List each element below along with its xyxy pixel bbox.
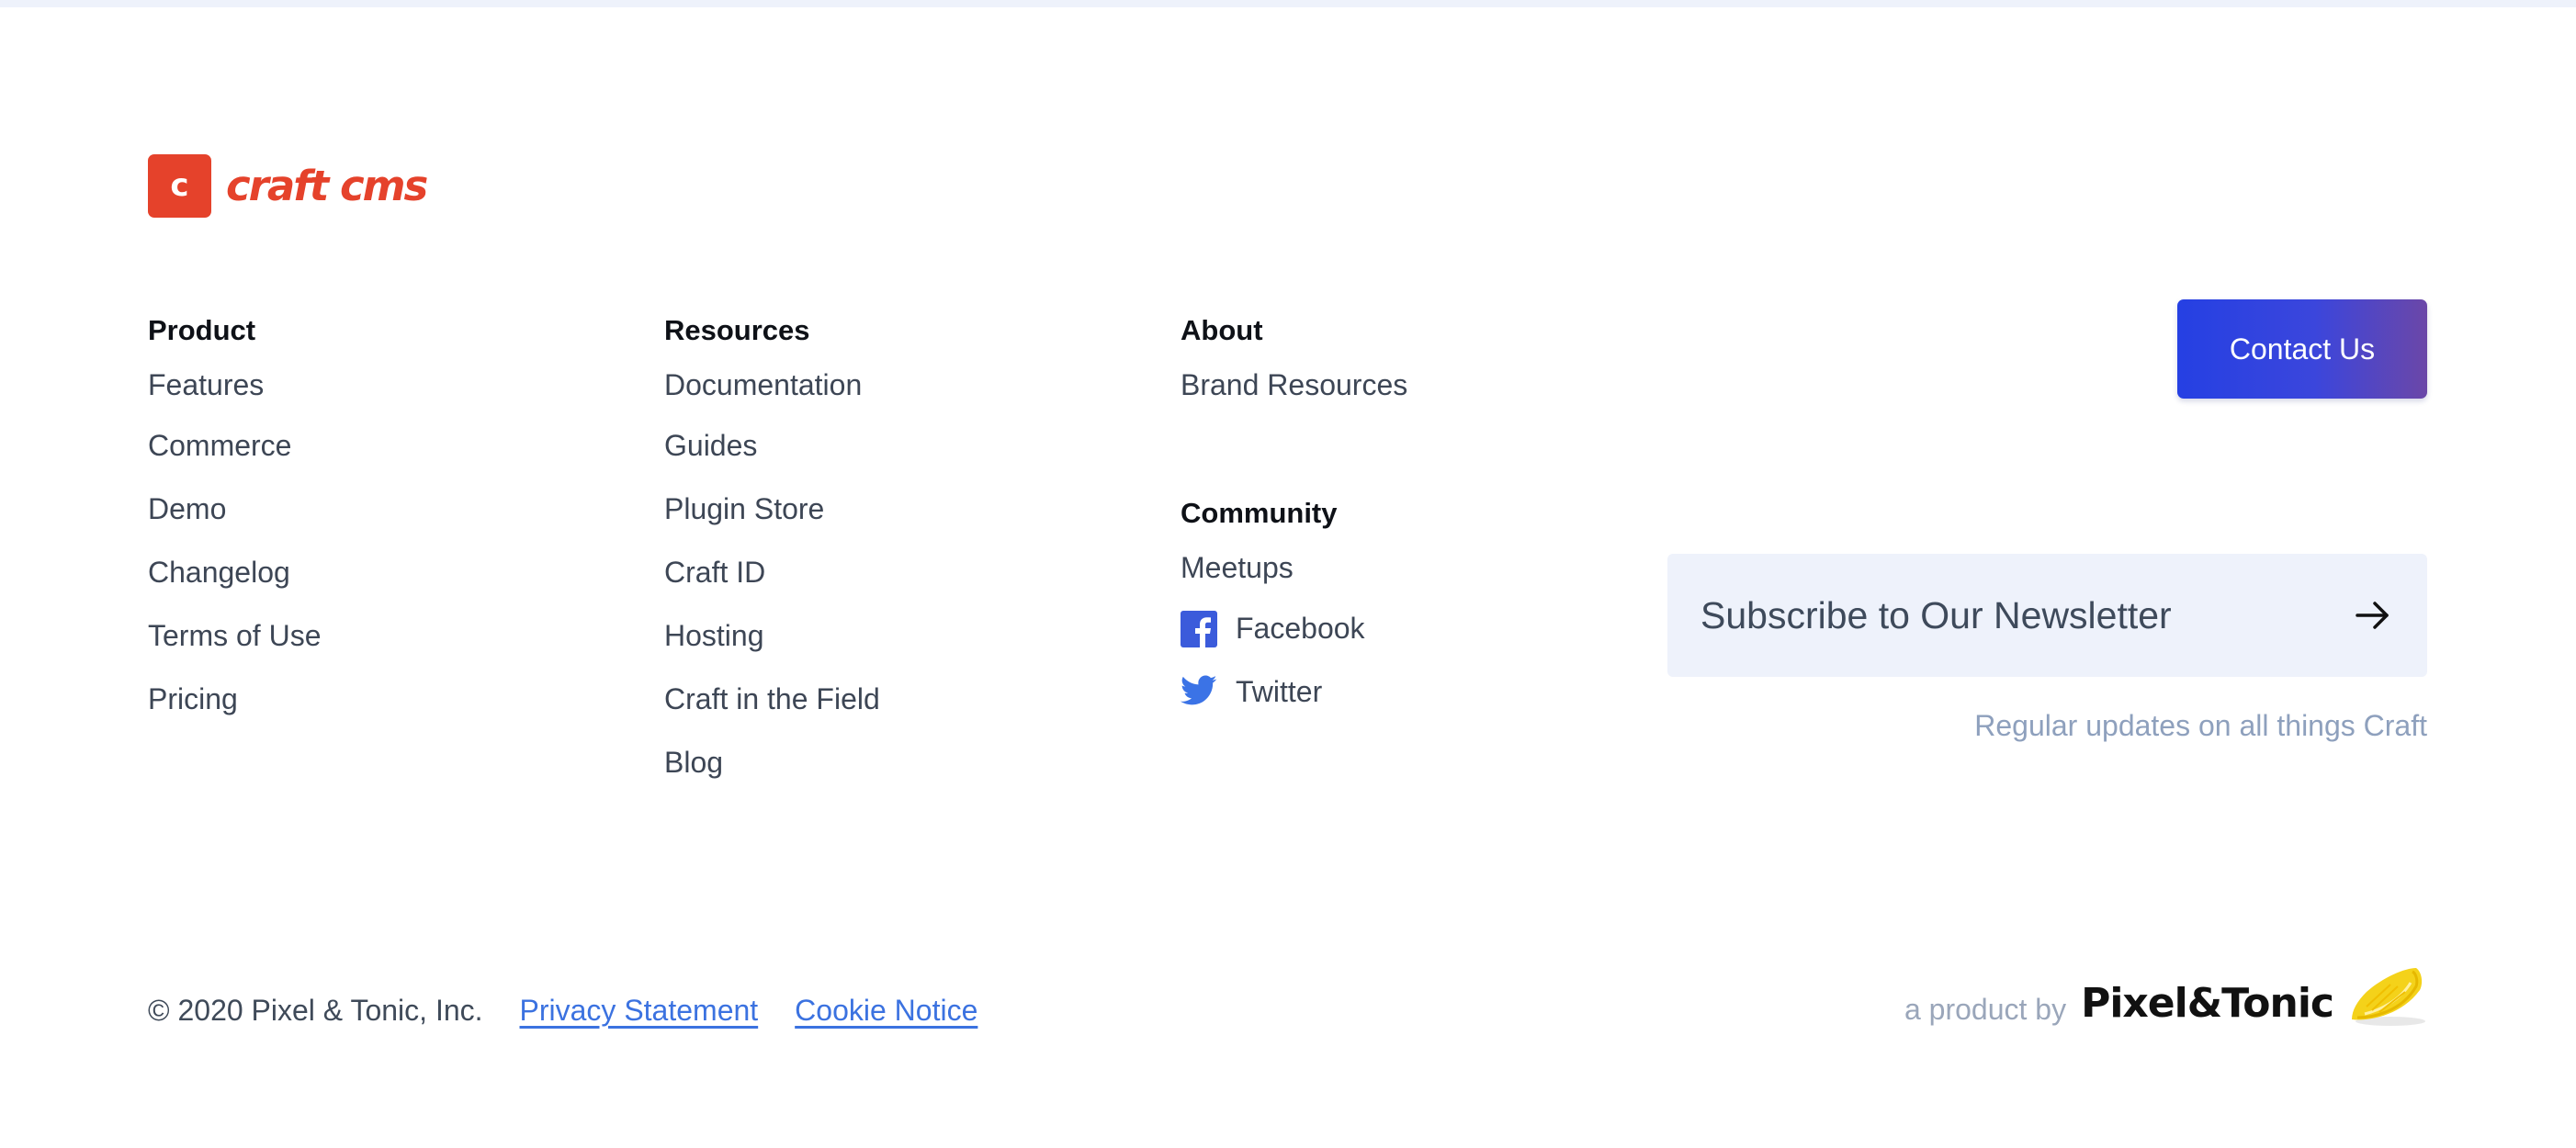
- logo-wordmark: craft cms: [226, 162, 428, 210]
- lemon-icon: [2346, 964, 2427, 1030]
- product-heading: Product: [148, 314, 256, 346]
- facebook-link[interactable]: Facebook: [1181, 610, 1365, 647]
- footer-link-changelog[interactable]: Changelog: [148, 541, 321, 604]
- newsletter-subscribe-button[interactable]: Subscribe to Our Newsletter: [1667, 554, 2427, 677]
- pixel-tonic-wordmark: Pixel&Tonic: [2081, 979, 2334, 1027]
- twitter-link[interactable]: Twitter: [1181, 674, 1322, 711]
- about-heading: About: [1181, 314, 1263, 346]
- byline-text: a product by: [1904, 992, 2067, 1026]
- footer-link-plugin-store[interactable]: Plugin Store: [664, 478, 880, 541]
- community-links: Meetups Facebook Twitter: [1181, 538, 1407, 724]
- pixel-tonic-logo[interactable]: Pixel&Tonic: [2081, 979, 2334, 1027]
- footer-link-brand-resources[interactable]: Brand Resources: [1181, 355, 1407, 414]
- facebook-icon: [1181, 610, 1217, 647]
- resources-column: Resources Documentation Guides Plugin St…: [664, 310, 880, 794]
- newsletter-label: Subscribe to Our Newsletter: [1700, 593, 2172, 636]
- footer-link-guides[interactable]: Guides: [664, 414, 880, 478]
- product-links: Features Commerce Demo Changelog Terms o…: [148, 355, 321, 731]
- footer-link-documentation[interactable]: Documentation: [664, 355, 880, 414]
- copyright-text: © 2020 Pixel & Tonic, Inc.: [148, 994, 483, 1027]
- product-column: Product Features Commerce Demo Changelog…: [148, 310, 321, 731]
- pixel-tonic-credit: a product by Pixel&Tonic: [1904, 964, 2427, 1030]
- footer-link-craft-id[interactable]: Craft ID: [664, 541, 880, 604]
- arrow-right-icon: [2352, 594, 2394, 636]
- footer-link-commerce[interactable]: Commerce: [148, 414, 321, 478]
- footer-link-features[interactable]: Features: [148, 355, 321, 414]
- twitter-icon: [1181, 674, 1217, 711]
- logo-badge-icon: c: [148, 154, 211, 218]
- footer-link-meetups[interactable]: Meetups: [1181, 538, 1407, 597]
- contact-us-button[interactable]: Contact Us: [2177, 299, 2427, 399]
- newsletter-note: Regular updates on all things Craft: [1974, 709, 2427, 742]
- footer-link-terms-of-use[interactable]: Terms of Use: [148, 604, 321, 668]
- footer-link-hosting[interactable]: Hosting: [664, 604, 880, 668]
- resources-links: Documentation Guides Plugin Store Craft …: [664, 355, 880, 794]
- cookie-notice-link[interactable]: Cookie Notice: [795, 994, 977, 1028]
- community-heading: Community: [1181, 497, 1338, 529]
- footer-link-demo[interactable]: Demo: [148, 478, 321, 541]
- resources-heading: Resources: [664, 314, 810, 346]
- about-links: Brand Resources: [1181, 355, 1407, 414]
- footer-link-blog[interactable]: Blog: [664, 731, 880, 794]
- craft-cms-logo[interactable]: c craft cms: [148, 154, 428, 218]
- about-column: About Brand Resources Community Meetups …: [1181, 310, 1407, 724]
- footer-link-pricing[interactable]: Pricing: [148, 668, 321, 731]
- footer-link-facebook[interactable]: Facebook: [1181, 597, 1407, 660]
- top-border: [0, 0, 2576, 7]
- footer-link-craft-in-the-field[interactable]: Craft in the Field: [664, 668, 880, 731]
- privacy-statement-link[interactable]: Privacy Statement: [520, 994, 759, 1028]
- footer-link-twitter[interactable]: Twitter: [1181, 660, 1407, 724]
- footer-legal: © 2020 Pixel & Tonic, Inc. Privacy State…: [148, 994, 977, 1028]
